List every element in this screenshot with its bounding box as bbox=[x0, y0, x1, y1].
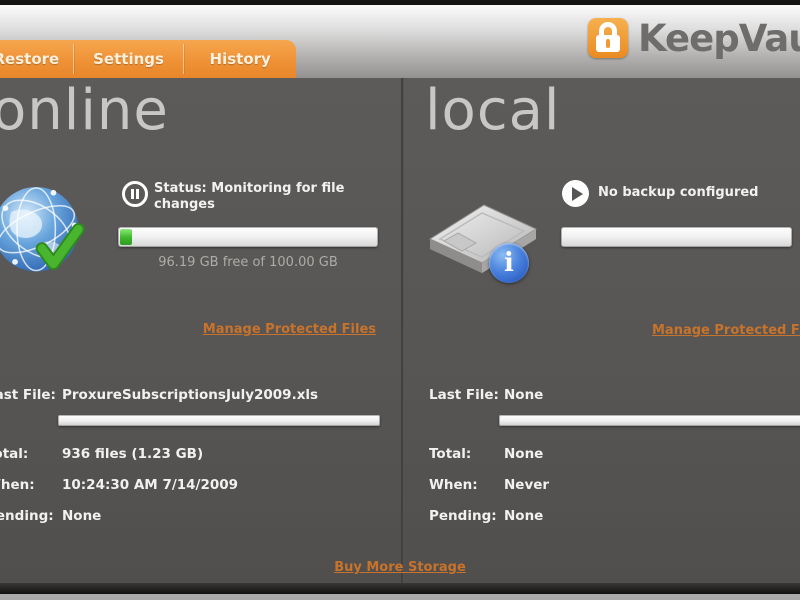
online-status-text: Status: Monitoring for file changes bbox=[154, 181, 345, 212]
online-pending-label: Pending: bbox=[0, 508, 54, 524]
online-manage-protected-files-link[interactable]: Manage Protected Files bbox=[203, 322, 376, 337]
local-last-file-value: None bbox=[504, 387, 544, 403]
local-panel-title: local bbox=[425, 78, 561, 143]
tab-history[interactable]: History bbox=[184, 40, 296, 78]
lock-icon bbox=[588, 18, 628, 58]
local-manage-protected-files-link[interactable]: Manage Protected Files bbox=[652, 323, 800, 338]
online-storage-bar bbox=[118, 227, 378, 247]
online-when-label: When: bbox=[0, 477, 35, 493]
local-when-label: When: bbox=[429, 477, 478, 493]
online-pending-value: None bbox=[62, 508, 102, 524]
online-last-file-value: ProxureSubscriptionsJuly2009.xls bbox=[62, 387, 319, 403]
online-panel-title: online bbox=[0, 78, 169, 143]
window-bottom-edge bbox=[0, 594, 800, 600]
local-when-value: Never bbox=[504, 477, 550, 493]
local-last-file-label: Last File: bbox=[429, 387, 499, 403]
app-header: Restore Settings History KeepVault bbox=[0, 5, 800, 78]
online-storage-used-fill bbox=[120, 229, 132, 245]
pause-icon[interactable] bbox=[122, 181, 148, 207]
buy-more-storage-link[interactable]: Buy More Storage bbox=[334, 560, 466, 575]
tab-settings-label: Settings bbox=[93, 50, 164, 68]
online-total-label: Total: bbox=[0, 446, 29, 462]
local-total-value: None bbox=[504, 446, 544, 462]
main-content: online Status: Monitoring for file chang… bbox=[0, 78, 800, 583]
tab-bar: Restore Settings History bbox=[0, 40, 296, 78]
app-logo-text: KeepVault bbox=[638, 17, 800, 60]
local-total-label: Total: bbox=[429, 446, 472, 462]
online-last-file-progress-bar bbox=[58, 415, 380, 426]
tab-restore-label: Restore bbox=[0, 50, 60, 68]
globe-checkmark-icon bbox=[0, 187, 85, 272]
online-total-value: 936 files (1.23 GB) bbox=[62, 446, 204, 462]
tab-history-label: History bbox=[209, 50, 271, 68]
tab-settings[interactable]: Settings bbox=[74, 40, 184, 78]
keepvault-window: Restore Settings History KeepVault onlin… bbox=[0, 0, 800, 600]
online-storage-free-text: 96.19 GB free of 100.00 GB bbox=[158, 255, 338, 270]
local-last-file-progress-bar bbox=[499, 415, 800, 426]
window-bottom-bar bbox=[0, 583, 800, 594]
lock-keyhole bbox=[606, 39, 610, 48]
local-storage-bar bbox=[561, 227, 792, 247]
online-last-file-label: Last File: bbox=[0, 387, 56, 403]
local-backup-panel: local i No backup configured Manage Prot… bbox=[404, 78, 800, 583]
local-status-text: No backup configured bbox=[598, 185, 759, 200]
play-icon[interactable] bbox=[562, 180, 589, 207]
online-when-value: 10:24:30 AM 7/14/2009 bbox=[62, 477, 239, 493]
tab-restore[interactable]: Restore bbox=[0, 40, 73, 78]
online-backup-panel: online Status: Monitoring for file chang… bbox=[0, 78, 401, 583]
local-pending-label: Pending: bbox=[429, 508, 497, 524]
local-pending-value: None bbox=[504, 508, 544, 524]
info-icon: i bbox=[489, 243, 529, 283]
